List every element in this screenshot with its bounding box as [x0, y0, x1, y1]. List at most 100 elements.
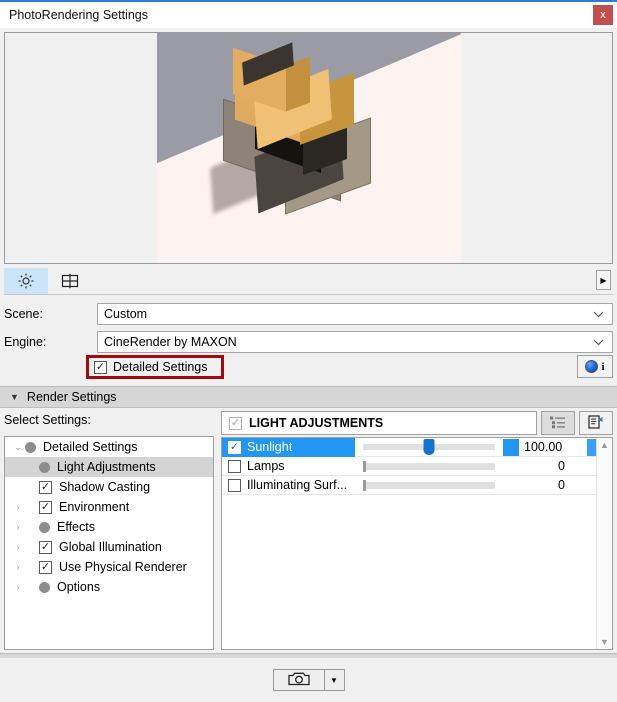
bullet-icon: [39, 581, 50, 593]
list-item-label: Sunlight: [247, 440, 293, 454]
light-adjustments-checkbox[interactable]: [229, 416, 242, 430]
bullet-icon: [25, 441, 36, 453]
triangle-down-icon: ▼: [10, 392, 19, 402]
scene-label: Scene:: [4, 307, 43, 321]
list-scrollbar[interactable]: ▲ ▼: [596, 438, 612, 649]
settings-tree[interactable]: ⌄ Detailed Settings Light Adjustments Sh…: [4, 436, 214, 650]
select-settings-label: Select Settings:: [4, 413, 91, 427]
slider-knob[interactable]: [363, 479, 366, 491]
scene-value: Custom: [104, 307, 148, 321]
export-settings-button[interactable]: [579, 411, 613, 435]
tree-item-label: Environment: [59, 500, 130, 514]
tree-item-label: Global Illumination: [59, 540, 162, 554]
title-bar: PhotoRendering Settings x: [0, 2, 617, 28]
render-options-dropdown[interactable]: ▼: [324, 669, 345, 691]
twisty-icon[interactable]: ›: [11, 562, 25, 572]
render-info-button[interactable]: i: [577, 355, 613, 378]
engine-select[interactable]: CineRender by MAXON: [97, 331, 613, 353]
twisty-icon[interactable]: ›: [11, 582, 25, 592]
twisty-icon[interactable]: ›: [11, 502, 25, 512]
sunlight-name-cell[interactable]: Sunlight: [222, 438, 355, 457]
illuminating-surfaces-checkbox[interactable]: [228, 478, 241, 492]
light-adjustments-header: LIGHT ADJUSTMENTS: [221, 411, 613, 435]
twisty-icon[interactable]: ›: [11, 522, 25, 532]
tree-item-checkbox[interactable]: [39, 500, 52, 514]
sunlight-value-swatch: [503, 438, 519, 456]
tab-scroll-right-button[interactable]: ▶: [596, 270, 611, 290]
list-view-button[interactable]: [541, 411, 575, 435]
twisty-icon[interactable]: ⌄: [11, 442, 25, 453]
settings-tab[interactable]: [4, 267, 48, 294]
scene-row: Scene: Custom: [4, 302, 613, 326]
scene-select[interactable]: Custom: [97, 303, 613, 325]
light-sources-list[interactable]: Sunlight 100.00 Lamps 0: [221, 437, 613, 650]
bullet-icon: [39, 521, 50, 533]
bullet-icon: [39, 461, 50, 473]
tree-item[interactable]: › Global Illumination: [5, 537, 213, 557]
engine-value: CineRender by MAXON: [104, 335, 237, 349]
illuminating-surfaces-slider[interactable]: [355, 476, 503, 495]
tree-item[interactable]: Light Adjustments: [5, 457, 213, 477]
engine-label: Engine:: [4, 335, 47, 349]
sphere-icon: [585, 360, 599, 373]
twisty-icon[interactable]: ›: [11, 542, 25, 552]
tree-item-label: Light Adjustments: [57, 460, 156, 474]
lamps-slider[interactable]: [355, 457, 503, 476]
slider-knob[interactable]: [423, 439, 435, 455]
camera-icon: [287, 670, 311, 690]
lamps-name-cell[interactable]: Lamps: [222, 457, 355, 476]
detailed-settings-row: Detailed Settings: [4, 354, 613, 380]
list-item[interactable]: Lamps 0: [222, 457, 612, 476]
bottom-bar: ▼: [0, 658, 617, 702]
render-preview-area[interactable]: [4, 32, 613, 264]
detailed-settings-checkbox[interactable]: [94, 360, 107, 374]
tree-item-checkbox[interactable]: [39, 540, 52, 554]
render-preview-image: [157, 33, 461, 263]
illuminating-surfaces-name-cell[interactable]: Illuminating Surf...: [222, 476, 355, 495]
light-adjustments-title-box: LIGHT ADJUSTMENTS: [221, 411, 537, 435]
list-item-label: Illuminating Surf...: [247, 478, 348, 492]
info-letter: i: [601, 360, 605, 373]
frame-grid-icon: [60, 272, 80, 290]
tree-item-label: Use Physical Renderer: [59, 560, 187, 574]
detailed-settings-label: Detailed Settings: [113, 360, 208, 374]
tree-item-label: Options: [57, 580, 101, 594]
tree-item-label: Detailed Settings: [43, 440, 138, 454]
slider-knob[interactable]: [363, 460, 366, 472]
gear-icon: [17, 272, 35, 290]
sunlight-checkbox[interactable]: [228, 440, 241, 454]
tree-item[interactable]: › Use Physical Renderer: [5, 557, 213, 577]
tree-item[interactable]: › Options: [5, 577, 213, 597]
window-title: PhotoRendering Settings: [9, 8, 148, 22]
close-button[interactable]: x: [593, 5, 613, 25]
list-item[interactable]: Illuminating Surf... 0: [222, 476, 612, 495]
tree-item-label: Shadow Casting: [59, 480, 151, 494]
tree-item[interactable]: › Effects: [5, 517, 213, 537]
lamps-checkbox[interactable]: [228, 459, 241, 473]
light-adjustments-title: LIGHT ADJUSTMENTS: [249, 416, 384, 430]
render-settings-label: Render Settings: [26, 390, 117, 404]
tree-item[interactable]: Shadow Casting: [5, 477, 213, 497]
list-item-value[interactable]: 100.00: [519, 440, 587, 454]
list-item[interactable]: Sunlight 100.00: [222, 438, 612, 457]
render-photo-button[interactable]: [272, 669, 325, 691]
list-item-label: Lamps: [247, 459, 285, 473]
chevron-down-icon: [593, 307, 604, 321]
sunlight-slider[interactable]: [355, 438, 503, 457]
tree-item[interactable]: › Environment: [5, 497, 213, 517]
tree-item[interactable]: ⌄ Detailed Settings: [5, 437, 213, 457]
tree-item-label: Effects: [57, 520, 95, 534]
engine-row: Engine: CineRender by MAXON: [4, 330, 613, 354]
list-item-value[interactable]: 0: [519, 478, 587, 492]
chevron-down-icon: [593, 335, 604, 349]
tree-item-checkbox[interactable]: [39, 480, 52, 494]
photorendering-settings-window: PhotoRendering Settings x ▶ Scene: Custo…: [0, 0, 617, 702]
list-icon: [549, 415, 567, 432]
render-settings-section-header[interactable]: ▼ Render Settings: [0, 386, 617, 408]
scroll-up-icon[interactable]: ▲: [600, 438, 609, 452]
layout-tab[interactable]: [48, 268, 92, 294]
tree-item-checkbox[interactable]: [39, 560, 52, 574]
preview-tab-bar: ▶: [4, 267, 613, 295]
scroll-down-icon[interactable]: ▼: [600, 635, 609, 649]
list-item-value[interactable]: 0: [519, 459, 587, 473]
